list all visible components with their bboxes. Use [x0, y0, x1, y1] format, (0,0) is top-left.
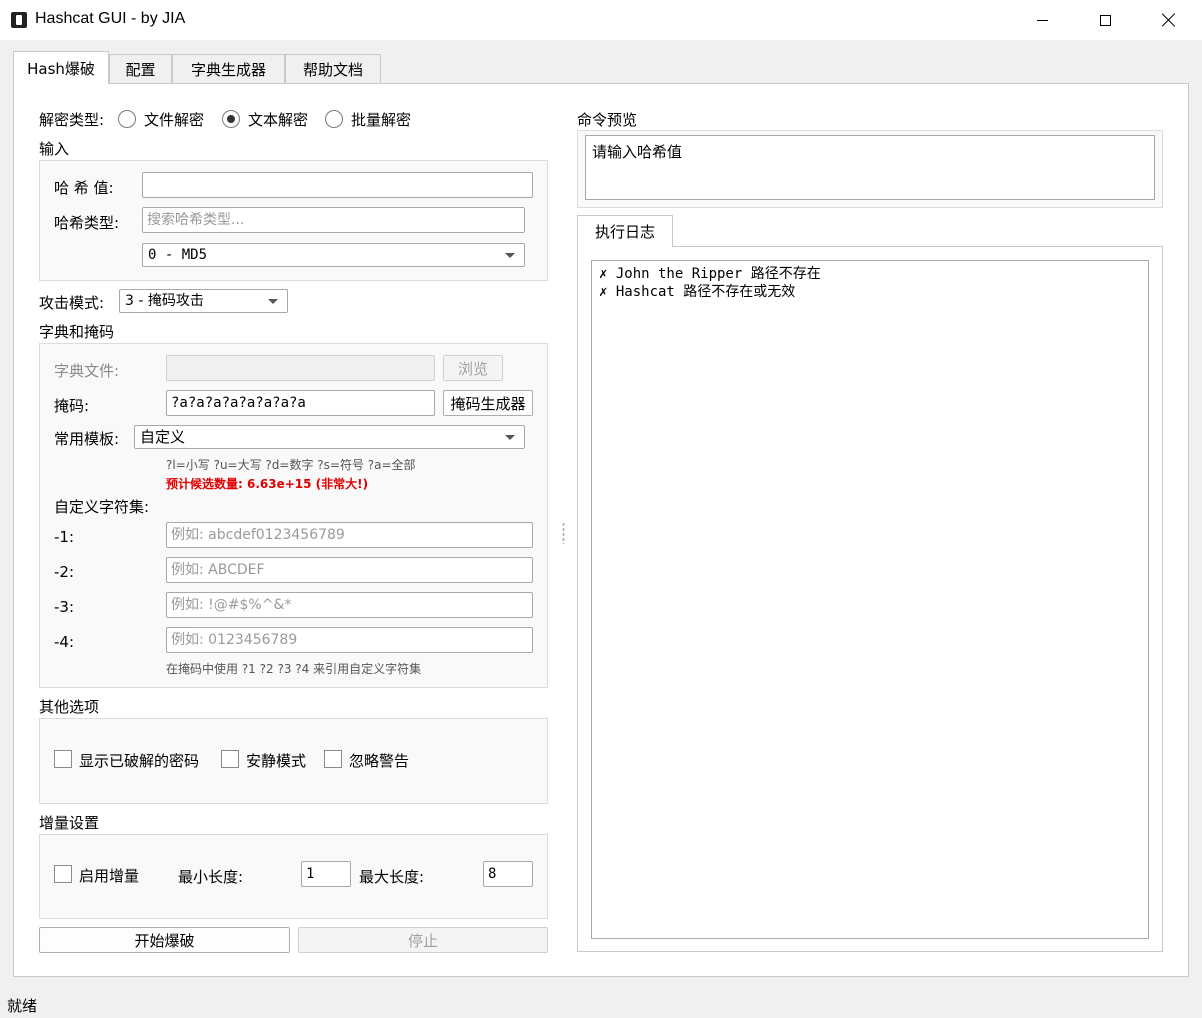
hash-type-selected: 0 - MD5 — [148, 247, 208, 263]
hash-type-search-input[interactable]: 搜索哈希类型... — [142, 207, 525, 233]
command-preview-box[interactable]: 请输入哈希值 — [585, 135, 1155, 200]
title-bar: Hashcat GUI - by JIA — [0, 0, 1202, 40]
radio-file-decrypt[interactable] — [118, 110, 136, 128]
candidate-estimate-warning: 预计候选数量: 6.63e+15 (非常大!) — [166, 477, 369, 491]
hash-value-label: 哈 希 值: — [54, 179, 114, 197]
show-cracked-checkbox[interactable] — [54, 750, 72, 768]
status-text: 就绪 — [7, 997, 38, 1015]
command-preview-text: 请输入哈希值 — [592, 143, 683, 161]
quiet-mode-label[interactable]: 安静模式 — [246, 750, 306, 771]
attack-mode-selected: 3 - 掩码攻击 — [125, 293, 204, 309]
custom-charset-4-label: -4: — [54, 633, 75, 651]
attack-mode-select[interactable]: 3 - 掩码攻击 — [119, 289, 288, 313]
custom-charset-3-input[interactable]: 例如: !@#$%^&* — [166, 592, 533, 618]
hashcat-app-icon — [11, 12, 27, 28]
close-button[interactable] — [1137, 0, 1201, 40]
dict-mask-group-title: 字典和掩码 — [39, 323, 115, 341]
template-select[interactable]: 自定义 — [134, 425, 525, 449]
tab-hash-crack[interactable]: Hash爆破 — [13, 51, 109, 84]
template-selected: 自定义 — [140, 428, 186, 446]
enable-increment-label[interactable]: 启用增量 — [79, 865, 139, 886]
hash-value-input[interactable] — [142, 172, 533, 198]
charset-hint: ?l=小写 ?u=大写 ?d=数字 ?s=符号 ?a=全部 — [166, 458, 416, 472]
tab-help-docs[interactable]: 帮助文档 — [285, 54, 381, 83]
custom-charset-2-label: -2: — [54, 563, 75, 581]
radio-file-decrypt-label[interactable]: 文件解密 — [144, 109, 204, 130]
start-crack-button[interactable]: 开始爆破 — [39, 927, 290, 953]
minimize-button[interactable] — [1010, 0, 1074, 40]
dict-file-input[interactable] — [166, 355, 435, 381]
custom-charset-hint: 在掩码中使用 ?1 ?2 ?3 ?4 来引用自定义字符集 — [166, 662, 422, 676]
log-line: ✗ John the Ripper 路径不存在 — [599, 266, 821, 282]
chevron-down-icon — [268, 299, 278, 304]
increment-title: 增量设置 — [39, 814, 100, 832]
mask-input[interactable]: ?a?a?a?a?a?a?a?a — [166, 390, 435, 416]
radio-batch-decrypt-label[interactable]: 批量解密 — [351, 109, 411, 130]
max-length-input[interactable]: 8 — [483, 861, 533, 887]
tab-config[interactable]: 配置 — [109, 54, 172, 83]
input-group-title: 输入 — [39, 140, 70, 158]
max-length-label: 最大长度: — [359, 868, 425, 886]
radio-text-decrypt[interactable] — [222, 110, 240, 128]
stop-button[interactable]: 停止 — [298, 927, 548, 953]
enable-increment-checkbox[interactable] — [54, 865, 72, 883]
dict-file-label: 字典文件: — [54, 362, 120, 380]
status-bar: 就绪 — [0, 990, 1202, 1018]
browse-button[interactable]: 浏览 — [443, 355, 503, 381]
command-preview-title: 命令预览 — [577, 111, 638, 129]
log-line: ✗ Hashcat 路径不存在或无效 — [599, 284, 796, 300]
log-output[interactable]: ✗ John the Ripper 路径不存在 ✗ Hashcat 路径不存在或… — [591, 260, 1149, 939]
custom-charset-4-input[interactable]: 例如: 0123456789 — [166, 627, 533, 653]
tab-execution-log[interactable]: 执行日志 — [577, 215, 673, 247]
maximize-icon — [1099, 14, 1111, 26]
min-length-input[interactable]: 1 — [301, 861, 351, 887]
quiet-mode-checkbox[interactable] — [221, 750, 239, 768]
template-label: 常用模板: — [54, 430, 120, 448]
mask-generator-button[interactable]: 掩码生成器 — [443, 390, 533, 416]
ignore-warnings-checkbox[interactable] — [324, 750, 342, 768]
window-title: Hashcat GUI - by JIA — [35, 10, 186, 27]
ignore-warnings-label[interactable]: 忽略警告 — [349, 750, 409, 771]
hash-type-select[interactable]: 0 - MD5 — [142, 243, 525, 267]
radio-text-decrypt-label[interactable]: 文本解密 — [248, 109, 308, 130]
decrypt-type-label: 解密类型: — [39, 111, 105, 129]
hash-type-label: 哈希类型: — [54, 214, 120, 232]
show-cracked-label[interactable]: 显示已破解的密码 — [79, 750, 199, 771]
chevron-down-icon — [505, 253, 515, 258]
minimize-icon — [1036, 19, 1048, 21]
custom-charset-title: 自定义字符集: — [54, 498, 150, 516]
tab-dict-generator[interactable]: 字典生成器 — [172, 54, 285, 83]
mask-label: 掩码: — [54, 397, 90, 415]
custom-charset-1-label: -1: — [54, 528, 75, 546]
min-length-label: 最小长度: — [178, 868, 244, 886]
radio-batch-decrypt[interactable] — [325, 110, 343, 128]
chevron-down-icon — [505, 435, 515, 440]
maximize-button[interactable] — [1073, 0, 1137, 40]
other-options-title: 其他选项 — [39, 698, 100, 716]
custom-charset-1-input[interactable]: 例如: abcdef0123456789 — [166, 522, 533, 548]
custom-charset-3-label: -3: — [54, 598, 75, 616]
custom-charset-2-input[interactable]: 例如: ABCDEF — [166, 557, 533, 583]
close-icon — [1162, 13, 1176, 27]
splitter-handle[interactable] — [562, 522, 565, 544]
attack-mode-label: 攻击模式: — [39, 294, 105, 312]
